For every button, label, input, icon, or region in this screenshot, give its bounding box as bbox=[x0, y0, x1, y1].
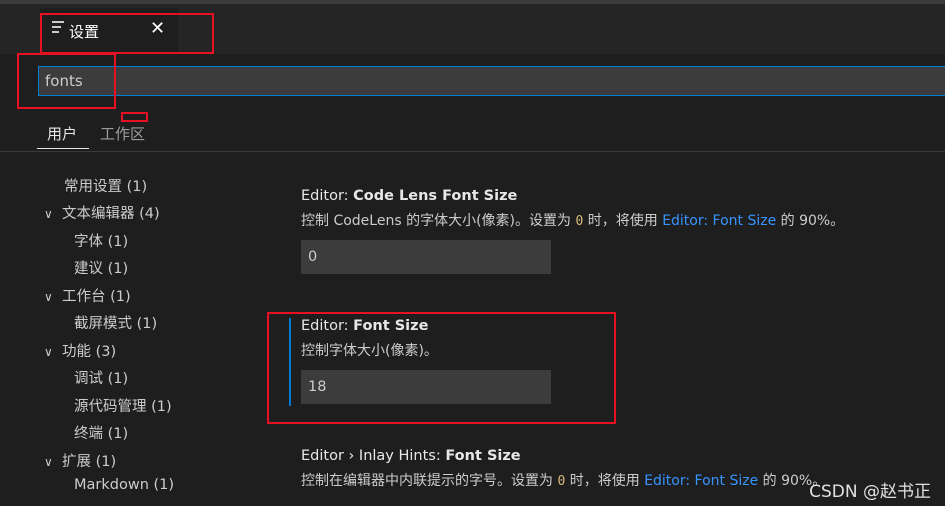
desc-text: 的 90%。 bbox=[776, 213, 845, 229]
toc-item-label: 终端 (1) bbox=[74, 426, 129, 442]
desc-text: 时，将使用 bbox=[583, 213, 663, 229]
toc-item[interactable]: 截屏模式 (1) bbox=[74, 312, 157, 336]
settings-search-box bbox=[38, 66, 945, 96]
header-divider bbox=[0, 151, 945, 152]
chevron-down-icon[interactable]: ∨ bbox=[44, 345, 62, 359]
tab-user-settings[interactable]: 用户 bbox=[47, 123, 77, 144]
font-size-input[interactable] bbox=[301, 370, 551, 404]
setting-font-size: Editor: Font Size 控制字体大小(像素)。 bbox=[301, 318, 551, 404]
desc-text: 控制在编辑器中内联提示的字号。设置为 bbox=[301, 473, 558, 489]
toc-item-label: 源代码管理 (1) bbox=[74, 399, 172, 415]
editor-tab-strip: 设置 ✕ bbox=[0, 4, 945, 54]
toc-item-label: 文本编辑器 (4) bbox=[62, 206, 160, 222]
toc-item-label: 字体 (1) bbox=[74, 234, 129, 250]
close-icon[interactable]: ✕ bbox=[150, 18, 165, 39]
toc-item[interactable]: 建议 (1) bbox=[74, 257, 128, 281]
setting-category: Editor › Inlay Hints: bbox=[301, 448, 446, 464]
toc-item[interactable]: ∨ 功能 (3) bbox=[44, 340, 116, 364]
toc-item-label: 功能 (3) bbox=[62, 344, 117, 360]
chevron-down-icon[interactable]: ∨ bbox=[44, 455, 62, 469]
focused-setting-indicator bbox=[289, 318, 291, 406]
toc-item-label: 建议 (1) bbox=[74, 261, 129, 277]
setting-name: Font Size bbox=[353, 318, 429, 334]
tab-title: 设置 bbox=[69, 23, 100, 41]
toc-item-label: 常用设置 (1) bbox=[64, 179, 148, 195]
setting-description: 控制字体大小(像素)。 bbox=[301, 343, 438, 359]
font-size-link[interactable]: Editor: Font Size bbox=[644, 473, 758, 489]
toc-item-label: 扩展 (1) bbox=[62, 454, 117, 470]
setting-name: Font Size bbox=[445, 448, 521, 464]
chevron-down-icon[interactable]: ∨ bbox=[44, 207, 62, 221]
setting-code-lens-font-size: Editor: Code Lens Font Size 控制 CodeLens … bbox=[301, 188, 844, 274]
toc-item[interactable]: 终端 (1) bbox=[74, 422, 128, 446]
setting-title: Editor › Inlay Hints: Font Size bbox=[301, 448, 826, 464]
toc-item[interactable]: ∨ 文本编辑器 (4) bbox=[44, 202, 160, 226]
tab-workspace-settings[interactable]: 工作区 bbox=[100, 123, 145, 144]
annotation-box-workspace bbox=[121, 112, 148, 122]
setting-category: Editor: bbox=[301, 188, 354, 204]
setting-category: Editor: bbox=[301, 318, 354, 334]
setting-description: 控制在编辑器中内联提示的字号。设置为 0 时，将使用 Editor: Font … bbox=[301, 470, 826, 490]
chevron-down-icon[interactable]: ∨ bbox=[44, 290, 62, 304]
toc-item[interactable]: 常用设置 (1) bbox=[64, 175, 147, 199]
setting-name: Code Lens Font Size bbox=[353, 188, 518, 204]
toc-item[interactable]: ∨ 扩展 (1) bbox=[44, 450, 116, 474]
desc-text: 时，将使用 bbox=[565, 473, 645, 489]
setting-inlay-hints-font-size: Editor › Inlay Hints: Font Size 控制在编辑器中内… bbox=[301, 448, 826, 490]
toc-item[interactable]: ∨ 工作台 (1) bbox=[44, 285, 131, 309]
toc-item[interactable]: 字体 (1) bbox=[74, 230, 128, 254]
toc-item[interactable]: 调试 (1) bbox=[74, 367, 128, 391]
toc-item[interactable]: 源代码管理 (1) bbox=[74, 395, 172, 419]
settings-lines-icon bbox=[52, 21, 64, 35]
toc-item-label: 截屏模式 (1) bbox=[74, 316, 158, 332]
setting-description: 控制 CodeLens 的字体大小(像素)。设置为 0 时，将使用 Editor… bbox=[301, 210, 844, 230]
desc-text: 控制 CodeLens 的字体大小(像素)。设置为 bbox=[301, 213, 576, 229]
toc-item[interactable]: Markdown (1) bbox=[74, 477, 174, 501]
code-lens-font-size-input[interactable] bbox=[301, 240, 551, 274]
setting-title: Editor: Font Size bbox=[301, 318, 551, 334]
font-size-link[interactable]: Editor: Font Size bbox=[662, 213, 776, 229]
watermark-text: CSDN @赵书正 bbox=[809, 482, 931, 502]
toc-item-label: 调试 (1) bbox=[74, 371, 129, 387]
setting-title: Editor: Code Lens Font Size bbox=[301, 188, 844, 204]
active-tab-underline bbox=[37, 148, 89, 149]
toc-item-label: Markdown (1) bbox=[74, 477, 175, 493]
settings-tab[interactable]: 设置 ✕ bbox=[40, 8, 178, 54]
toc-item-label: 工作台 (1) bbox=[62, 289, 131, 305]
search-input[interactable] bbox=[39, 67, 945, 95]
